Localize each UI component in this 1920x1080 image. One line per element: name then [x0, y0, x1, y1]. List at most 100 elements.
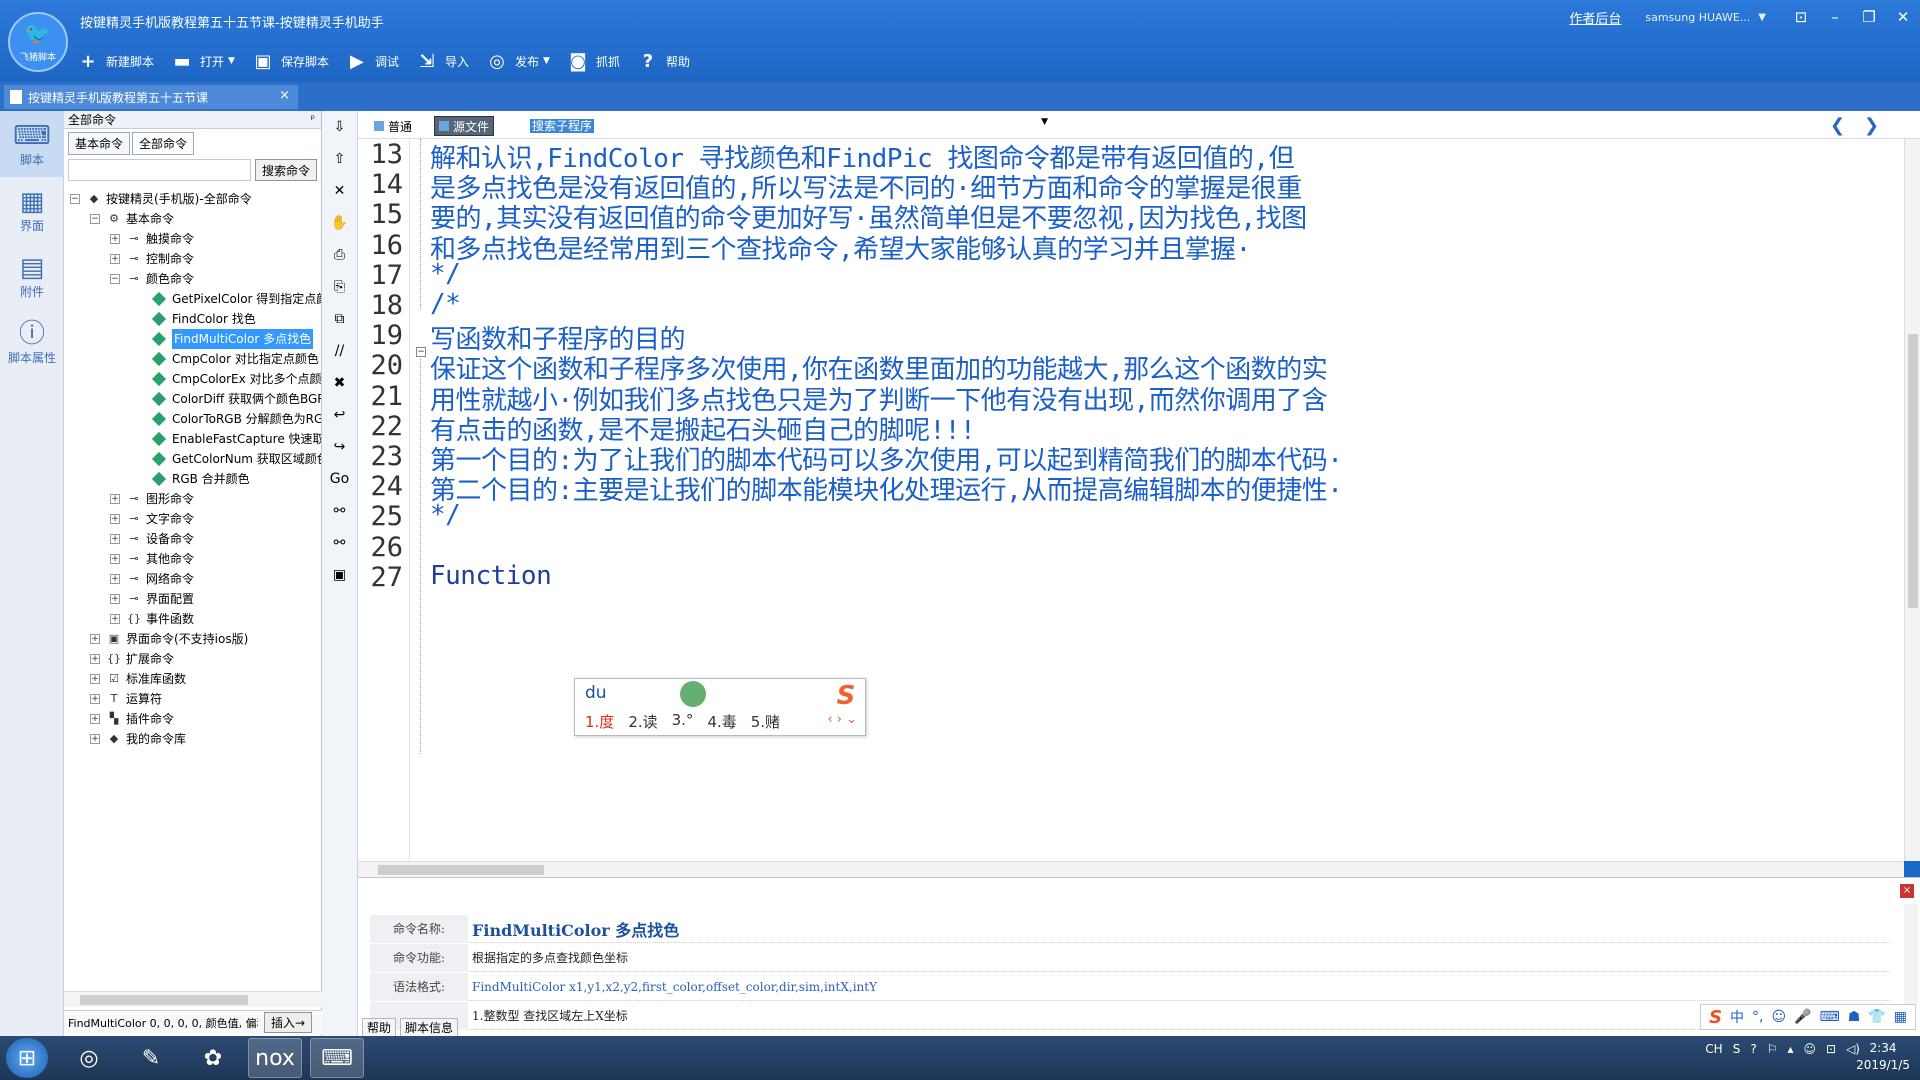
code-editor[interactable]: 13 14 15 16 17 18 19 20 21 22 23 24 25 26 27 解和认识,Find…	[358, 139, 1904, 861]
ime-bar-icon[interactable]: ☺	[1772, 1009, 1787, 1025]
taskbar-app[interactable]: ✿	[186, 1038, 240, 1078]
activity-item[interactable]: ▦ 界面	[0, 177, 64, 243]
subroutine-search-select[interactable]: 搜索子程序 ▼	[530, 117, 1048, 135]
side-tool-icon[interactable]: ↩	[322, 399, 357, 431]
expand-toggle-icon[interactable]: +	[90, 674, 100, 684]
tree-group-item[interactable]: + ⊸ 触摸命令	[110, 229, 194, 249]
side-tool-icon[interactable]: ⚯	[322, 527, 357, 559]
toolbar-button[interactable]: ▣ 保存脚本	[251, 49, 329, 73]
tree-leaf-item[interactable]: FindColor 找色	[150, 309, 256, 329]
tree-leaf-item[interactable]: GetColorNum 获取区域颜色	[150, 449, 321, 469]
tree-leaf-item[interactable]: GetPixelColor 得到指定点颜	[150, 289, 321, 309]
tab-script-info[interactable]: 脚本信息	[400, 1018, 459, 1037]
tray-icon[interactable]: ?	[1750, 1042, 1756, 1056]
toolbar-button[interactable]: ⇲ 导入	[415, 49, 469, 73]
ime-bar-icon[interactable]: 🎤	[1794, 1009, 1811, 1025]
tree-group-item[interactable]: + ⊸ 图形命令	[110, 489, 194, 509]
tray-icon[interactable]: ▴	[1787, 1042, 1793, 1056]
side-tool-icon[interactable]: ⎘	[322, 271, 357, 303]
insert-button[interactable]: 插入→	[264, 1012, 313, 1033]
normal-mode-button[interactable]: 普通	[370, 116, 416, 136]
tree-leaf-item[interactable]: CmpColor 对比指定点颜色	[150, 349, 319, 369]
tray-icon[interactable]: ⊡	[1826, 1042, 1836, 1056]
side-tool-icon[interactable]: ⇧	[322, 143, 357, 175]
device-select[interactable]: samsung HUAWE... ▼	[1645, 11, 1766, 24]
nav-next-icon[interactable]: ❯	[1864, 115, 1879, 136]
minimize-button[interactable]: –	[1818, 8, 1852, 26]
toolbar-button[interactable]: ◙ 抓抓	[566, 49, 620, 73]
expand-toggle-icon[interactable]: −	[70, 194, 80, 204]
code-line[interactable]: */	[430, 500, 461, 530]
tree-group-item[interactable]: − ◆ 按键精灵(手机版)-全部命令	[70, 189, 252, 209]
expand-toggle-icon[interactable]: +	[110, 234, 120, 244]
side-tool-icon[interactable]: ✕	[322, 175, 357, 207]
tree-group-item[interactable]: + ⊸ 其他命令	[110, 549, 194, 569]
editor-vertical-scrollbar[interactable]	[1904, 139, 1920, 861]
start-button[interactable]: ⊞	[6, 1038, 48, 1078]
tray-icon[interactable]: ⚐	[1767, 1042, 1778, 1056]
scrollbar-thumb[interactable]	[1908, 334, 1918, 608]
search-command-button[interactable]: 搜索命令	[254, 159, 317, 181]
code-line[interactable]: Function	[430, 561, 552, 591]
activity-item[interactable]: ⓘ 脚本属性	[0, 309, 64, 375]
side-tool-icon[interactable]: ⎙	[322, 239, 357, 271]
ime-candidate[interactable]: 1.度	[585, 711, 614, 732]
document-tab[interactable]: 按键精灵手机版教程第五十五节课 ×	[4, 85, 298, 109]
expand-toggle-icon[interactable]: +	[110, 594, 120, 604]
code-line[interactable]: */	[430, 259, 461, 289]
clock[interactable]: 2:34 2019/1/5	[1856, 1040, 1910, 1074]
tree-group-item[interactable]: + ◆ 我的命令库	[90, 729, 186, 749]
tree-leaf-item[interactable]: RGB 合并颜色	[150, 469, 250, 489]
info-vertical-scrollbar[interactable]	[1904, 904, 1918, 1004]
tree-group-item[interactable]: + ▚ 插件命令	[90, 709, 174, 729]
scrollbar-thumb[interactable]	[378, 865, 544, 875]
expand-toggle-icon[interactable]: +	[110, 574, 120, 584]
tree-leaf-item[interactable]: FindMultiColor 多点找色	[150, 329, 314, 349]
tree-group-item[interactable]: + ☑ 标准库函数	[90, 669, 186, 689]
side-tool-icon[interactable]: ↪	[322, 431, 357, 463]
tree-group-item[interactable]: + ▣ 界面命令(不支持ios版)	[90, 629, 248, 649]
toolbar-button[interactable]: ▶ 调试	[345, 49, 399, 73]
tree-leaf-item[interactable]: ColorDiff 获取俩个颜色BGR	[150, 389, 321, 409]
expand-toggle-icon[interactable]: +	[110, 514, 120, 524]
command-search-input[interactable]	[68, 159, 251, 181]
source-mode-button[interactable]: 源文件	[434, 116, 495, 136]
ime-bar-icon[interactable]: ⌨	[1820, 1009, 1840, 1025]
tree-group-item[interactable]: + ⊸ 文字命令	[110, 509, 194, 529]
tree-horizontal-scrollbar[interactable]	[64, 991, 322, 1007]
tree-group-item[interactable]: + ⊸ 设备命令	[110, 529, 194, 549]
code-line[interactable]: /*	[430, 289, 461, 319]
side-tool-icon[interactable]: ✋	[322, 207, 357, 239]
close-window-button[interactable]: ✕	[1886, 8, 1920, 26]
taskbar-app[interactable]: ✎	[124, 1038, 178, 1078]
code-line[interactable]: 第二个目的:主要是让我们的脚本能模块化处理运行,从而提高编辑脚本的便捷性·	[430, 470, 1343, 507]
ime-bar-icon[interactable]: ☗	[1848, 1009, 1861, 1025]
nav-prev-icon[interactable]: ❮	[1830, 115, 1845, 136]
close-tab-icon[interactable]: ×	[279, 88, 290, 103]
ime-candidate[interactable]: 2.读	[628, 711, 657, 732]
side-tool-icon[interactable]: ⧉	[322, 303, 357, 335]
ime-bar-icon[interactable]: °,	[1752, 1009, 1763, 1025]
side-tool-icon[interactable]: ▣	[322, 559, 357, 591]
tree-group-item[interactable]: − ⚙ 基本命令	[90, 209, 174, 229]
expand-toggle-icon[interactable]: +	[110, 494, 120, 504]
taskbar-app[interactable]: ⌨	[310, 1038, 364, 1078]
tree-group-item[interactable]: + ⊸ 网络命令	[110, 569, 194, 589]
tab-all-commands[interactable]: 全部命令	[132, 132, 195, 155]
toolbar-button[interactable]: + 新建脚本	[76, 49, 154, 73]
ime-candidate[interactable]: 4.毒	[707, 711, 736, 732]
toolbar-button[interactable]: ◎ 发布 ▼	[485, 49, 550, 73]
scrollbar-thumb[interactable]	[80, 995, 248, 1005]
ime-bar-icon[interactable]: 中	[1730, 1007, 1744, 1027]
expand-toggle-icon[interactable]: +	[90, 634, 100, 644]
editor-horizontal-scrollbar[interactable]	[358, 861, 1904, 877]
side-tool-icon[interactable]: ✖	[322, 367, 357, 399]
expand-toggle-icon[interactable]: +	[90, 734, 100, 744]
side-tool-icon[interactable]: ⇩	[322, 111, 357, 143]
tray-icon[interactable]: ☺	[1804, 1042, 1817, 1056]
tab-help[interactable]: 帮助	[362, 1018, 397, 1037]
tree-leaf-item[interactable]: CmpColorEx 对比多个点颜色	[150, 369, 321, 389]
close-panel-icon[interactable]: ×	[1900, 884, 1914, 898]
expand-toggle-icon[interactable]: −	[110, 274, 120, 284]
tree-group-item[interactable]: + ⊸ 界面配置	[110, 589, 194, 609]
